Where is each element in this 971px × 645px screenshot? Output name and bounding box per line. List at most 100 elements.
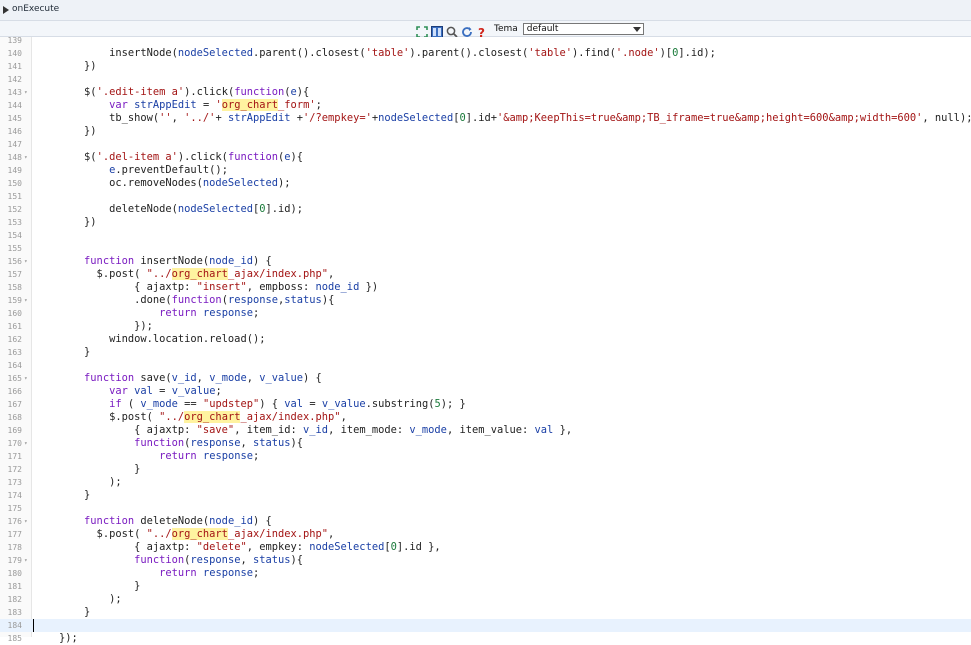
code-line[interactable]: 162 window.location.reload(); xyxy=(0,333,971,346)
fold-toggle-icon[interactable]: ▾ xyxy=(24,515,28,528)
event-header[interactable]: onExecute xyxy=(0,0,971,21)
line-number: 162 xyxy=(7,335,22,344)
code-line[interactable]: 154 xyxy=(0,229,971,242)
code-line[interactable]: 156 ▾ function insertNode(node_id) { xyxy=(0,255,971,268)
line-number: 169 xyxy=(7,426,22,435)
line-number: 139 xyxy=(7,36,22,45)
fold-toggle-icon[interactable]: ▾ xyxy=(24,86,28,99)
code-line[interactable]: 146 }) xyxy=(0,125,971,138)
code-line[interactable]: 183 } xyxy=(0,606,971,619)
code-line[interactable]: 181 } xyxy=(0,580,971,593)
code-line[interactable]: 164 xyxy=(0,359,971,372)
fold-toggle-icon[interactable]: ▾ xyxy=(24,372,28,385)
code-text: }) xyxy=(34,125,97,137)
line-number: 159 xyxy=(7,296,22,305)
code-line[interactable]: 166 var val = v_value; xyxy=(0,385,971,398)
code-line[interactable]: 176 ▾ function deleteNode(node_id) { xyxy=(0,515,971,528)
code-text: { ajaxtp: "delete", empkey: nodeSelected… xyxy=(34,541,441,553)
line-number: 167 xyxy=(7,400,22,409)
code-line[interactable]: 157 $.post( "../org_chart_ajax/index.php… xyxy=(0,268,971,281)
code-line[interactable]: 177 $.post( "../org_chart_ajax/index.php… xyxy=(0,528,971,541)
code-line[interactable]: 143 ▾ $('.edit-item a').click(function(e)… xyxy=(0,86,971,99)
fold-toggle-icon[interactable]: ▾ xyxy=(24,255,28,268)
code-line[interactable]: 169 { ajaxtp: "save", item_id: v_id, ite… xyxy=(0,424,971,437)
code-editor[interactable]: 139 140 insertNode(nodeSelected.parent().… xyxy=(0,34,971,644)
code-line[interactable]: 165 ▾ function save(v_id, v_mode, v_value… xyxy=(0,372,971,385)
code-line[interactable]: 150 oc.removeNodes(nodeSelected); xyxy=(0,177,971,190)
code-line[interactable]: 152 deleteNode(nodeSelected[0].id); xyxy=(0,203,971,216)
code-line[interactable]: 171 return response; xyxy=(0,450,971,463)
code-text: $.post( "../org_chart_ajax/index.php", xyxy=(34,528,335,540)
code-text: }); xyxy=(34,320,153,332)
line-number: 174 xyxy=(7,491,22,500)
line-number: 175 xyxy=(7,504,22,513)
code-text: $.post( "../org_chart_ajax/index.php", xyxy=(34,268,335,280)
code-line[interactable]: 179 ▾ function(response, status){ xyxy=(0,554,971,567)
code-line[interactable]: 142 xyxy=(0,73,971,86)
code-line[interactable]: 184 xyxy=(0,619,971,632)
line-number: 176 xyxy=(7,517,22,526)
code-line[interactable]: 185 }); xyxy=(0,632,971,645)
code-text: oc.removeNodes(nodeSelected); xyxy=(34,177,291,189)
code-line[interactable]: 172 } xyxy=(0,463,971,476)
code-line[interactable]: 144 var strAppEdit = 'org_chart_form'; xyxy=(0,99,971,112)
code-text: }) xyxy=(34,60,97,72)
code-text: } xyxy=(34,489,91,501)
code-line[interactable]: 155 xyxy=(0,242,971,255)
code-line[interactable]: 170 ▾ function(response, status){ xyxy=(0,437,971,450)
line-number: 179 xyxy=(7,556,22,565)
code-line[interactable]: 153 }) xyxy=(0,216,971,229)
code-text: window.location.reload(); xyxy=(34,333,266,345)
code-text: function(response, status){ xyxy=(134,437,304,449)
code-line[interactable]: 161 }); xyxy=(0,320,971,333)
code-line[interactable]: 175 xyxy=(0,502,971,515)
collapse-triangle-icon[interactable] xyxy=(3,6,9,14)
code-line[interactable]: 167 if ( v_mode == "updstep") { val = v_… xyxy=(0,398,971,411)
code-line[interactable]: 140 insertNode(nodeSelected.parent().clo… xyxy=(0,47,971,60)
code-line[interactable]: 148 ▾ $('.del-item a').click(function(e){ xyxy=(0,151,971,164)
code-text: var val = v_value; xyxy=(109,385,222,397)
fold-toggle-icon[interactable]: ▾ xyxy=(24,294,28,307)
fold-toggle-icon[interactable]: ▾ xyxy=(24,437,28,450)
code-text: function deleteNode(node_id) { xyxy=(84,515,272,527)
code-line[interactable]: 139 xyxy=(0,34,971,47)
line-number: 178 xyxy=(7,543,22,552)
line-number: 147 xyxy=(7,140,22,149)
line-number: 156 xyxy=(7,257,22,266)
line-number: 158 xyxy=(7,283,22,292)
line-number: 155 xyxy=(7,244,22,253)
code-line[interactable]: 160 return response; xyxy=(0,307,971,320)
code-text: $.post( "../org_chart_ajax/index.php", xyxy=(34,411,347,423)
fold-toggle-icon[interactable]: ▾ xyxy=(24,554,28,567)
code-line[interactable]: 178 { ajaxtp: "delete", empkey: nodeSele… xyxy=(0,541,971,554)
code-line[interactable]: 174 } xyxy=(0,489,971,502)
line-number: 148 xyxy=(7,153,22,162)
code-line[interactable]: 151 xyxy=(0,190,971,203)
line-number: 177 xyxy=(7,530,22,539)
code-text: function save(v_id, v_mode, v_value) { xyxy=(84,372,322,384)
code-line[interactable]: 159 ▾ .done(function(response,status){ xyxy=(0,294,971,307)
line-number: 182 xyxy=(7,595,22,604)
fold-toggle-icon[interactable]: ▾ xyxy=(24,151,28,164)
line-number: 150 xyxy=(7,179,22,188)
code-line[interactable]: 163 } xyxy=(0,346,971,359)
code-text: $('.edit-item a').click(function(e){ xyxy=(34,86,310,98)
code-text: if ( v_mode == "updstep") { val = v_valu… xyxy=(109,398,466,410)
code-line[interactable]: 158 { ajaxtp: "insert", empboss: node_id… xyxy=(0,281,971,294)
line-number: 164 xyxy=(7,361,22,370)
code-line[interactable]: 141 }) xyxy=(0,60,971,73)
code-line[interactable]: 145 tb_show('', '../'+ strAppEdit +'/?em… xyxy=(0,112,971,125)
code-line[interactable]: 173 ); xyxy=(0,476,971,489)
line-number: 173 xyxy=(7,478,22,487)
code-text: return response; xyxy=(159,567,260,579)
line-number: 183 xyxy=(7,608,22,617)
code-text: { ajaxtp: "insert", empboss: node_id }) xyxy=(34,281,379,293)
line-number: 140 xyxy=(7,49,22,58)
line-number: 161 xyxy=(7,322,22,331)
code-line[interactable]: 147 xyxy=(0,138,971,151)
code-line[interactable]: 168 $.post( "../org_chart_ajax/index.php… xyxy=(0,411,971,424)
line-number: 143 xyxy=(7,88,22,97)
code-line[interactable]: 182 ); xyxy=(0,593,971,606)
code-line[interactable]: 149 e.preventDefault(); xyxy=(0,164,971,177)
code-line[interactable]: 180 return response; xyxy=(0,567,971,580)
